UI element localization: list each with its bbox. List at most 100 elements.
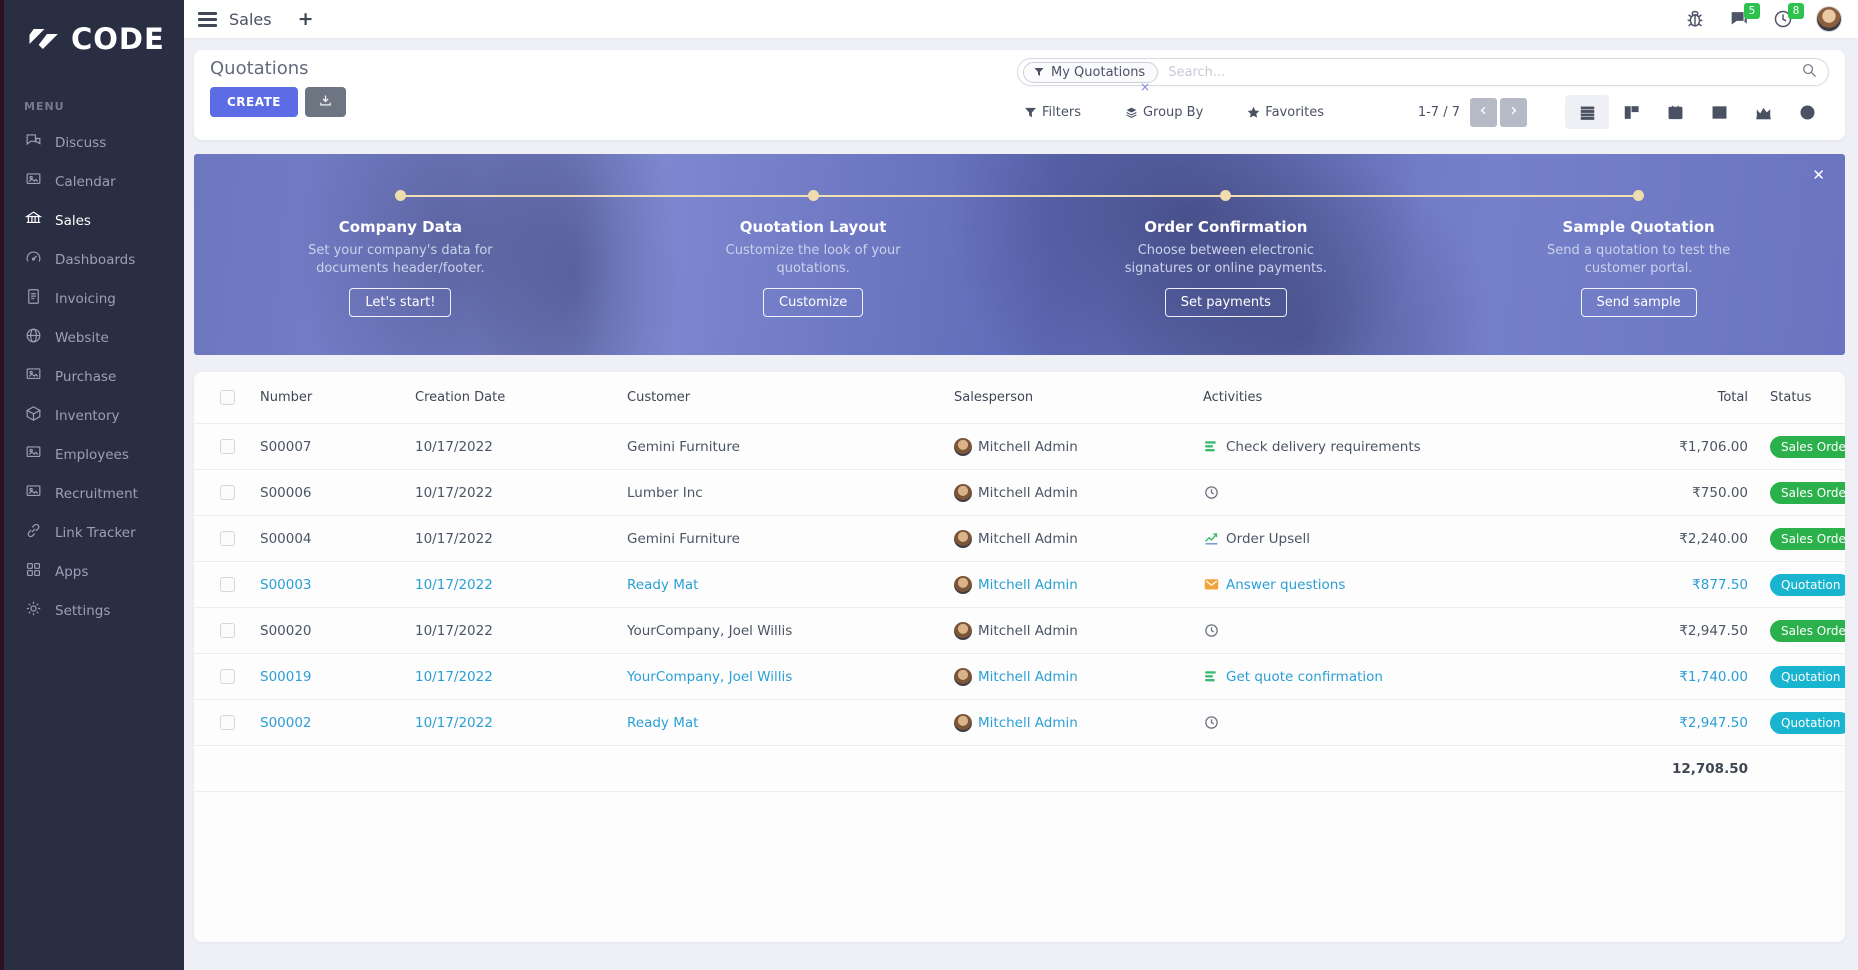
column-header-status[interactable]: Status xyxy=(1752,390,1845,405)
row-checkbox[interactable] xyxy=(220,439,235,454)
group-by-button[interactable]: Group By xyxy=(1125,105,1203,120)
sidebar-item-inventory[interactable]: Inventory xyxy=(0,396,184,435)
pager-next-button[interactable] xyxy=(1500,98,1527,127)
cell-salesperson[interactable]: Mitchell Admin xyxy=(950,668,1199,686)
sidebar-item-website[interactable]: Website xyxy=(0,318,184,357)
step-action-button[interactable]: Let's start! xyxy=(349,288,451,317)
table-row-s00007[interactable]: S0000710/17/2022Gemini FurnitureMitchell… xyxy=(194,424,1845,470)
select-all-checkbox[interactable] xyxy=(220,390,235,405)
view-list-button[interactable] xyxy=(1565,95,1609,129)
cell-activities[interactable]: Check delivery requirements xyxy=(1199,438,1579,455)
cell-creation-date[interactable]: 10/17/2022 xyxy=(411,715,623,731)
row-checkbox[interactable] xyxy=(220,577,235,592)
cell-activities[interactable] xyxy=(1199,622,1579,639)
cell-activities[interactable] xyxy=(1199,714,1579,731)
new-tab-button[interactable]: + xyxy=(298,8,314,30)
sidebar-item-employees[interactable]: Employees xyxy=(0,435,184,474)
facet-remove-button[interactable]: × xyxy=(1140,80,1150,94)
row-checkbox[interactable] xyxy=(220,715,235,730)
view-activity-button[interactable] xyxy=(1785,95,1829,129)
cell-salesperson[interactable]: Mitchell Admin xyxy=(950,714,1199,732)
cell-customer[interactable]: Ready Mat xyxy=(623,715,950,731)
table-row-s00003[interactable]: S0000310/17/2022Ready MatMitchell AdminA… xyxy=(194,562,1845,608)
cell-salesperson[interactable]: Mitchell Admin xyxy=(950,438,1199,456)
table-row-s00002[interactable]: S0000210/17/2022Ready MatMitchell Admin₹… xyxy=(194,700,1845,746)
cell-customer[interactable]: Gemini Furniture xyxy=(623,439,950,455)
create-button[interactable]: CREATE xyxy=(210,87,298,117)
cell-number[interactable]: S00020 xyxy=(256,623,411,639)
cell-creation-date[interactable]: 10/17/2022 xyxy=(411,439,623,455)
sidebar-item-invoicing[interactable]: Invoicing xyxy=(0,279,184,318)
sidebar-item-sales[interactable]: Sales xyxy=(0,201,184,240)
favorites-button[interactable]: Favorites xyxy=(1247,105,1324,120)
column-header-creation-date[interactable]: Creation Date xyxy=(411,390,623,405)
user-avatar[interactable] xyxy=(1816,6,1842,32)
row-checkbox[interactable] xyxy=(220,669,235,684)
cell-number[interactable]: S00007 xyxy=(256,439,411,455)
sidebar-item-purchase[interactable]: Purchase xyxy=(0,357,184,396)
cell-activities[interactable]: Get quote confirmation xyxy=(1199,668,1579,685)
search-icon[interactable] xyxy=(1801,62,1818,83)
step-action-button[interactable]: Send sample xyxy=(1581,288,1697,317)
view-graph-button[interactable] xyxy=(1741,95,1785,129)
table-row-s00006[interactable]: S0000610/17/2022Lumber IncMitchell Admin… xyxy=(194,470,1845,516)
table-row-s00004[interactable]: S0000410/17/2022Gemini FurnitureMitchell… xyxy=(194,516,1845,562)
column-header-number[interactable]: Number xyxy=(256,390,411,405)
sidebar-item-apps[interactable]: Apps xyxy=(0,552,184,591)
brand-logo[interactable]: CODE xyxy=(0,0,184,56)
cell-creation-date[interactable]: 10/17/2022 xyxy=(411,669,623,685)
cell-activities[interactable]: Order Upsell xyxy=(1199,530,1579,547)
messages-icon[interactable]: 5 xyxy=(1728,8,1750,30)
export-button[interactable] xyxy=(305,87,346,117)
pager-previous-button[interactable] xyxy=(1470,98,1497,127)
cell-number[interactable]: S00002 xyxy=(256,715,411,731)
cell-creation-date[interactable]: 10/17/2022 xyxy=(411,531,623,547)
column-header-customer[interactable]: Customer xyxy=(623,390,950,405)
activities-clock-icon[interactable]: 8 xyxy=(1772,8,1794,30)
sidebar-item-settings[interactable]: Settings xyxy=(0,591,184,630)
column-header-salesperson[interactable]: Salesperson xyxy=(950,390,1199,405)
cell-number[interactable]: S00004 xyxy=(256,531,411,547)
app-title[interactable]: Sales xyxy=(229,10,272,29)
table-row-s00020[interactable]: S0002010/17/2022YourCompany, Joel Willis… xyxy=(194,608,1845,654)
step-action-button[interactable]: Set payments xyxy=(1165,288,1287,317)
cell-salesperson[interactable]: Mitchell Admin xyxy=(950,484,1199,502)
row-checkbox[interactable] xyxy=(220,485,235,500)
row-checkbox[interactable] xyxy=(220,531,235,546)
search-bar[interactable]: My Quotations × Search... xyxy=(1017,58,1829,86)
cell-number[interactable]: S00003 xyxy=(256,577,411,593)
step-title: Company Data xyxy=(339,218,462,236)
cell-activities[interactable]: Answer questions xyxy=(1199,576,1579,593)
cell-salesperson[interactable]: Mitchell Admin xyxy=(950,530,1199,548)
row-checkbox[interactable] xyxy=(220,623,235,638)
view-calendar-button[interactable] xyxy=(1653,95,1697,129)
sidebar-item-recruitment[interactable]: Recruitment xyxy=(0,474,184,513)
step-action-button[interactable]: Customize xyxy=(763,288,863,317)
cell-customer[interactable]: Lumber Inc xyxy=(623,485,950,501)
debug-bug-icon[interactable] xyxy=(1684,8,1706,30)
cell-number[interactable]: S00006 xyxy=(256,485,411,501)
cell-number[interactable]: S00019 xyxy=(256,669,411,685)
cell-customer[interactable]: YourCompany, Joel Willis xyxy=(623,669,950,685)
sidebar-item-dashboards[interactable]: Dashboards xyxy=(0,240,184,279)
filters-button[interactable]: Filters xyxy=(1024,105,1081,120)
sidebar-item-link-tracker[interactable]: Link Tracker xyxy=(0,513,184,552)
cell-salesperson[interactable]: Mitchell Admin xyxy=(950,576,1199,594)
column-header-activities[interactable]: Activities xyxy=(1199,390,1579,405)
view-pivot-button[interactable] xyxy=(1697,95,1741,129)
search-facet-my-quotations[interactable]: My Quotations xyxy=(1023,62,1158,83)
cell-customer[interactable]: Ready Mat xyxy=(623,577,950,593)
table-row-s00019[interactable]: S0001910/17/2022YourCompany, Joel Willis… xyxy=(194,654,1845,700)
column-header-total[interactable]: Total xyxy=(1579,390,1752,405)
cell-customer[interactable]: Gemini Furniture xyxy=(623,531,950,547)
sidebar-item-calendar[interactable]: Calendar xyxy=(0,162,184,201)
cell-salesperson[interactable]: Mitchell Admin xyxy=(950,622,1199,640)
sidebar-item-discuss[interactable]: Discuss xyxy=(0,123,184,162)
view-kanban-button[interactable] xyxy=(1609,95,1653,129)
cell-customer[interactable]: YourCompany, Joel Willis xyxy=(623,623,950,639)
cell-activities[interactable] xyxy=(1199,484,1579,501)
cell-creation-date[interactable]: 10/17/2022 xyxy=(411,577,623,593)
cell-creation-date[interactable]: 10/17/2022 xyxy=(411,485,623,501)
cell-creation-date[interactable]: 10/17/2022 xyxy=(411,623,623,639)
hamburger-menu-icon[interactable] xyxy=(198,12,217,27)
